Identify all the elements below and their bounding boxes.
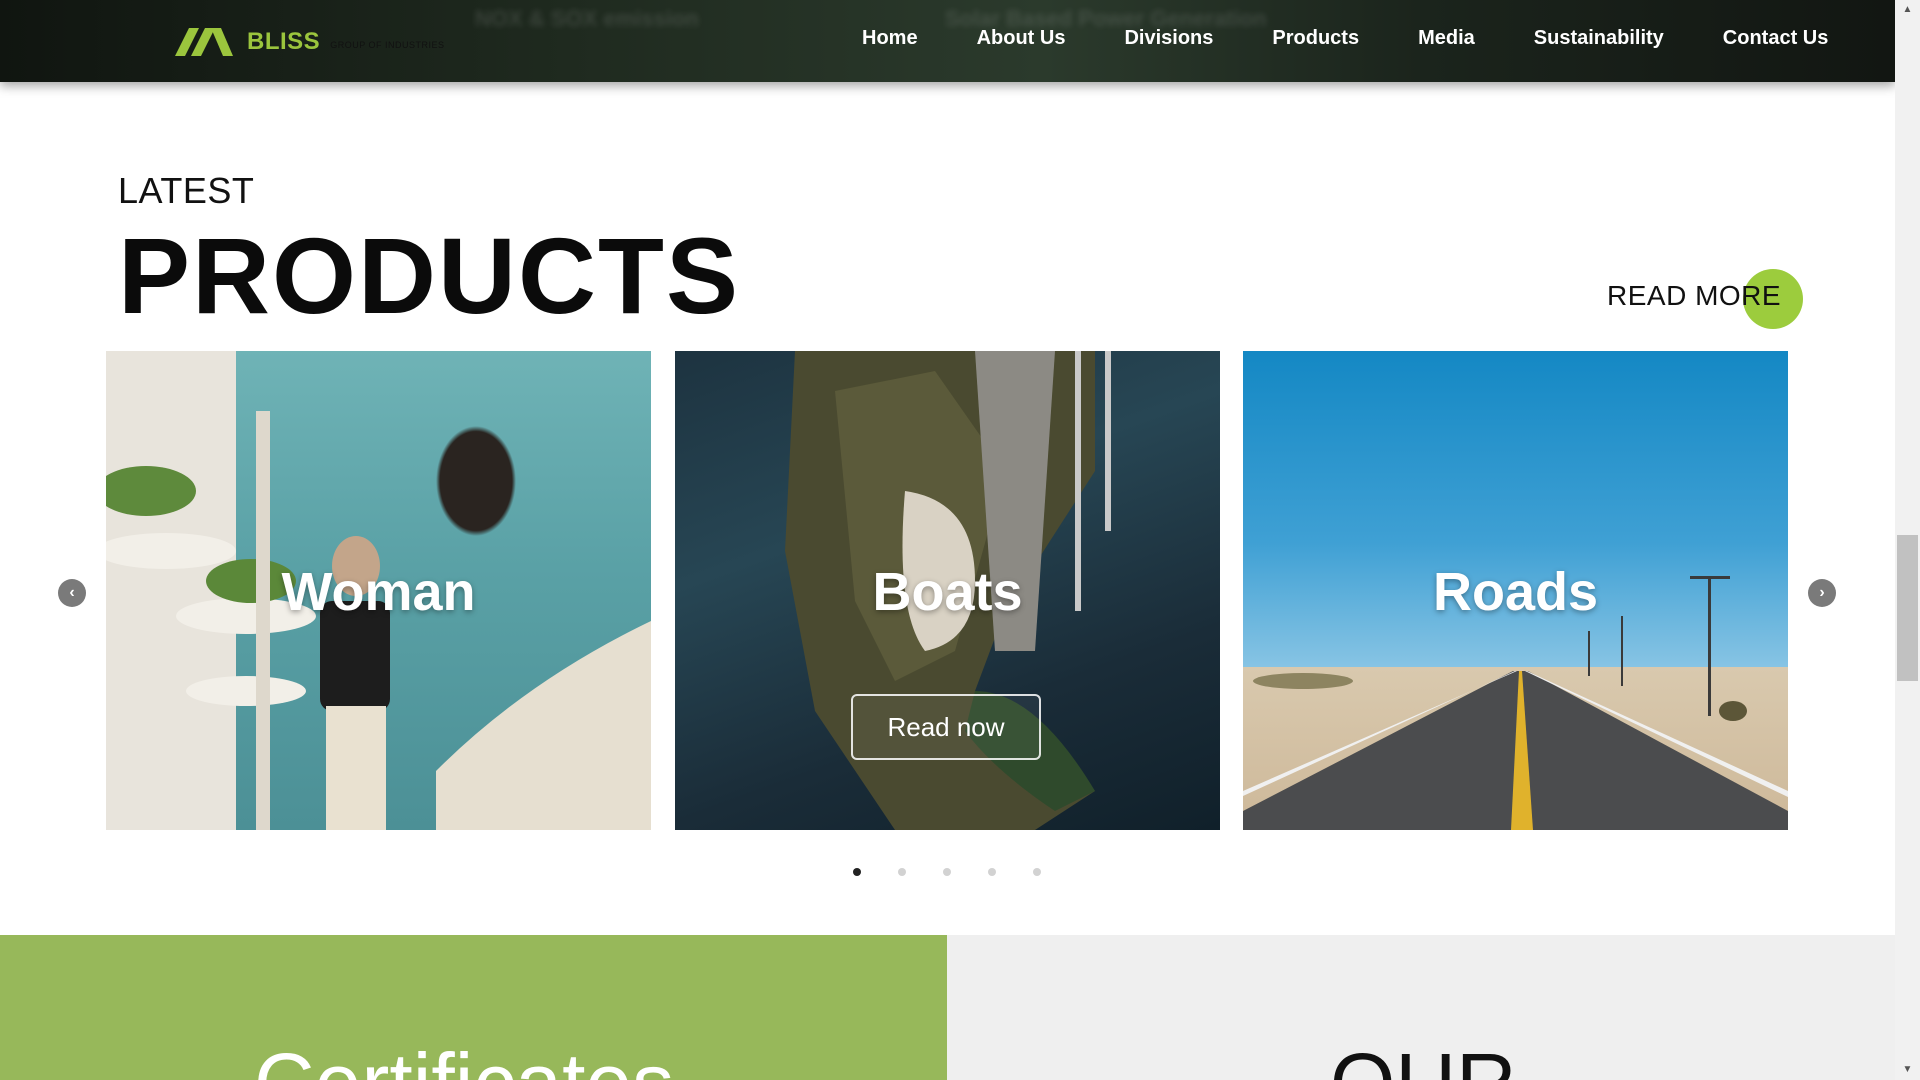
- pagination-dot[interactable]: [943, 868, 951, 876]
- logo[interactable]: BLISS GROUP OF INDUSTRIES: [175, 28, 445, 56]
- pagination-dot[interactable]: [853, 868, 861, 876]
- chevron-right-icon: ›: [1819, 584, 1825, 601]
- carousel-prev-button[interactable]: ‹: [58, 579, 86, 607]
- logo-subtext: GROUP OF INDUSTRIES: [330, 40, 445, 50]
- read-now-button[interactable]: Read now: [851, 694, 1041, 760]
- site-header: NOX & SOX emission Solar Based Power Gen…: [0, 0, 1895, 82]
- logo-mark-icon: [175, 28, 233, 56]
- card-title: Boats: [872, 562, 1023, 622]
- pagination-dot[interactable]: [988, 868, 996, 876]
- scroll-up-arrow-icon[interactable]: ▲: [1895, 0, 1920, 20]
- product-card-boats[interactable]: Boats Read now: [675, 351, 1220, 830]
- nav-sustainability[interactable]: Sustainability: [1534, 27, 1664, 50]
- carousel-pagination: [853, 868, 1041, 876]
- certificates-panel: Certificates: [0, 935, 947, 1080]
- nav-contact-us[interactable]: Contact Us: [1723, 27, 1829, 50]
- our-heading: OUR: [1330, 1035, 1517, 1080]
- certificates-heading: Certificates: [254, 1035, 674, 1080]
- pagination-dot[interactable]: [898, 868, 906, 876]
- scroll-down-arrow-icon[interactable]: ▼: [1895, 1060, 1920, 1080]
- product-card-roads[interactable]: Roads: [1243, 351, 1788, 830]
- main-nav: Home About Us Divisions Products Media S…: [862, 27, 1828, 50]
- read-more-link[interactable]: READ MORE: [1607, 280, 1781, 312]
- chevron-left-icon: ‹: [69, 584, 75, 601]
- nav-products[interactable]: Products: [1272, 27, 1359, 50]
- logo-text: BLISS: [247, 28, 321, 55]
- page: NOX & SOX emission Solar Based Power Gen…: [0, 0, 1920, 1080]
- section-title: PRODUCTS: [118, 215, 741, 336]
- pagination-dot[interactable]: [1033, 868, 1041, 876]
- carousel-next-button[interactable]: ›: [1808, 579, 1836, 607]
- nav-home[interactable]: Home: [862, 27, 918, 50]
- nav-media[interactable]: Media: [1418, 27, 1475, 50]
- nav-divisions[interactable]: Divisions: [1124, 27, 1213, 50]
- product-card-woman[interactable]: Woman: [106, 351, 651, 830]
- nav-about-us[interactable]: About Us: [977, 27, 1066, 50]
- our-panel: OUR: [947, 935, 1895, 1080]
- section-eyebrow: LATEST: [118, 170, 255, 211]
- scroll-thumb[interactable]: [1897, 535, 1918, 681]
- card-title: Woman: [281, 562, 476, 622]
- faded-banner-text-1: NOX & SOX emission: [475, 6, 699, 31]
- card-title: Roads: [1432, 562, 1599, 622]
